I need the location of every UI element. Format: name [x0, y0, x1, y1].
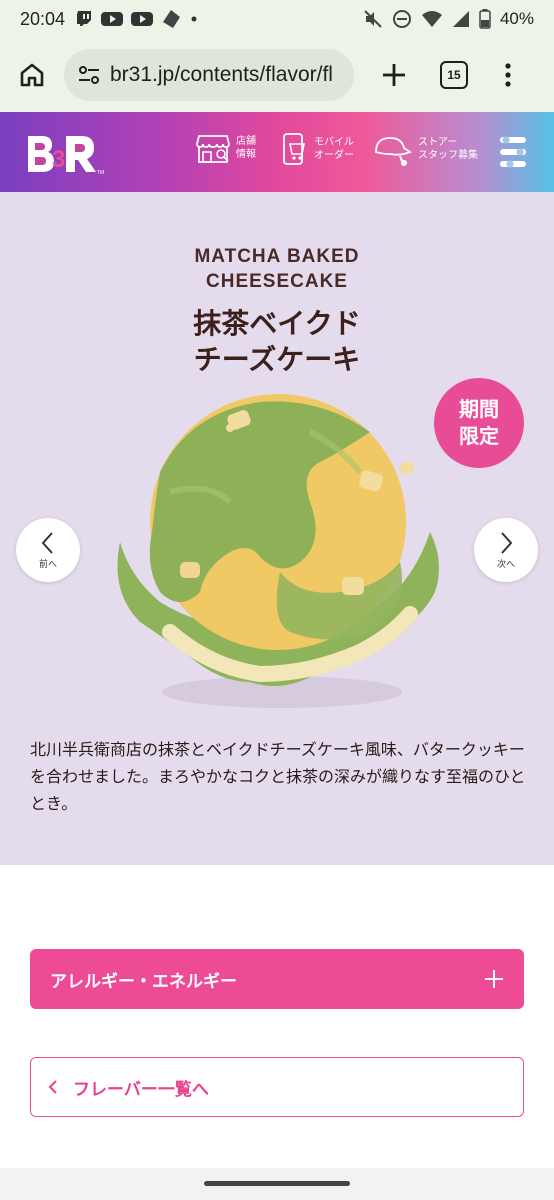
youtube-icon	[131, 12, 154, 26]
allergy-energy-label: アレルギー・エネルギー	[50, 971, 237, 992]
svg-text:TM: TM	[97, 170, 104, 176]
battery-icon	[479, 9, 491, 29]
mobile-order-label: モバイル オーダー	[314, 137, 354, 161]
store-info-label: 店舗 情報	[236, 136, 256, 160]
dot-icon	[191, 16, 197, 22]
flavor-description: 北川半兵衛商店の抹茶とベイクドチーズケーキ風味、バタークッキーを合わせました。ま…	[30, 740, 526, 813]
tab-switcher-button[interactable]: 15	[440, 61, 468, 89]
prev-flavor-button[interactable]: 前へ	[16, 518, 80, 582]
flavor-list-label: フレーバー一覧へ	[73, 1079, 209, 1100]
mobile-order-link[interactable]: モバイル オーダー	[282, 132, 354, 166]
app-icon	[163, 10, 181, 28]
battery-percent: 40%	[499, 9, 534, 28]
status-time: 20:04	[20, 8, 66, 29]
plus-icon	[383, 64, 405, 86]
flavor-name-jp: 抹茶ベイクド チーズケーキ	[193, 307, 361, 376]
br-logo[interactable]: 3 TM	[26, 132, 108, 176]
chevron-left-icon	[41, 531, 53, 554]
status-bar: 20:04 40%	[0, 0, 554, 38]
home-icon	[20, 63, 44, 87]
limited-time-badge: 期間 限定	[434, 378, 524, 468]
site-header: 3 TM 店舗 情報 モバイル オーダー ストアー スタッフ募集	[0, 112, 554, 192]
wifi-icon	[421, 11, 442, 27]
chevron-right-icon	[501, 531, 513, 554]
staff-recruit-label: ストアー スタッフ募集	[418, 137, 478, 161]
more-vert-icon	[505, 63, 511, 87]
browser-toolbar: br31.jp/contents/flavor/fl 15	[0, 38, 554, 112]
dnd-icon	[392, 10, 411, 28]
hamburger-menu-icon[interactable]	[498, 134, 528, 170]
home-button[interactable]	[12, 55, 52, 95]
cap-icon	[375, 137, 412, 166]
mute-icon	[364, 10, 382, 28]
address-bar[interactable]: br31.jp/contents/flavor/fl	[64, 49, 354, 101]
browser-menu-button[interactable]	[498, 55, 518, 95]
gesture-handle[interactable]	[204, 1181, 350, 1186]
staff-recruit-link[interactable]: ストアー スタッフ募集	[370, 132, 478, 166]
site-settings-icon[interactable]	[78, 65, 100, 85]
chevron-left-icon	[48, 1080, 57, 1094]
flavor-hero: MATCHA BAKED CHEESECAKE 抹茶ベイクド チーズケーキ 期間…	[0, 192, 554, 865]
mobile-order-icon	[283, 133, 305, 165]
signal-icon	[452, 11, 469, 27]
plus-icon	[485, 970, 503, 988]
svg-text:3: 3	[52, 146, 65, 173]
prev-label: 前へ	[38, 559, 57, 570]
flavor-name-en: MATCHA BAKED CHEESECAKE	[194, 246, 360, 292]
youtube-icon	[101, 12, 124, 26]
system-navigation-bar	[0, 1168, 554, 1200]
new-tab-button[interactable]	[374, 55, 414, 95]
next-flavor-button[interactable]: 次へ	[474, 518, 538, 582]
flavor-list-button[interactable]: フレーバー一覧へ	[30, 1057, 524, 1117]
url-text: br31.jp/contents/flavor/fl	[110, 63, 333, 86]
allergy-energy-accordion[interactable]: アレルギー・エネルギー	[30, 949, 524, 1009]
twitch-icon	[77, 11, 92, 26]
store-icon	[196, 135, 230, 163]
next-label: 次へ	[496, 559, 515, 570]
ice-cream-scoop-image	[117, 394, 439, 708]
store-info-link[interactable]: 店舗 情報	[196, 132, 256, 164]
